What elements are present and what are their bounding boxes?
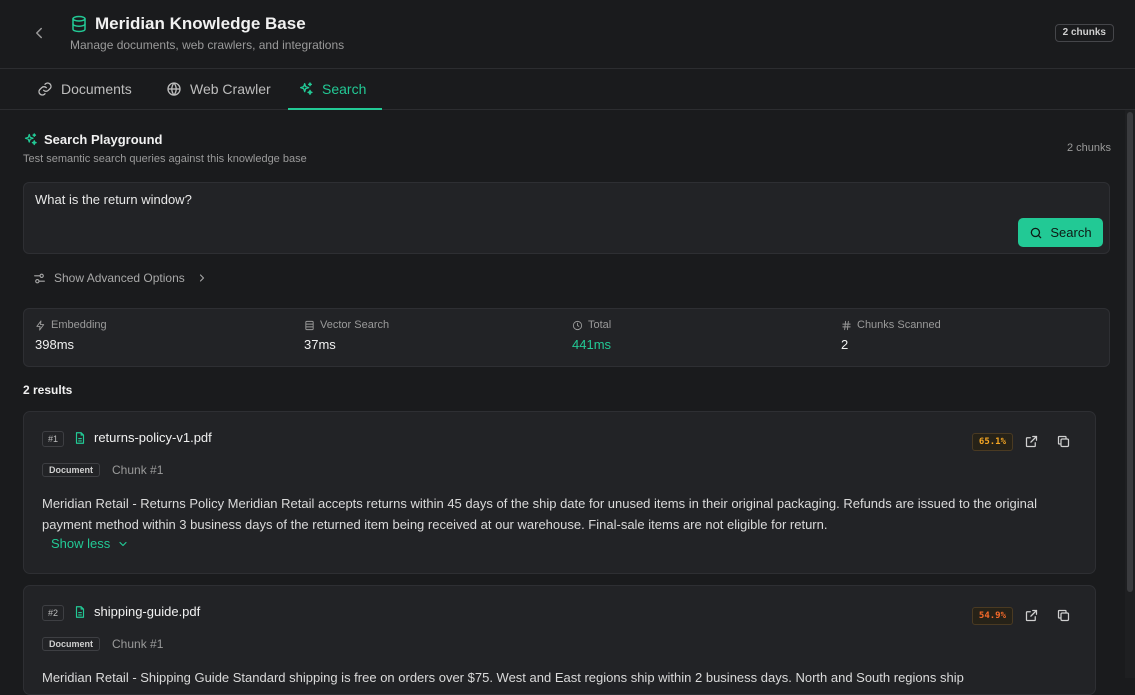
timing-metrics-panel: Embedding 398ms Vector Search 37ms Total… <box>23 308 1110 367</box>
results-count: 2 results <box>23 383 73 397</box>
source-type-tag: Document <box>42 637 101 651</box>
tab-label: Search <box>322 80 367 97</box>
playground-title: Search Playground <box>44 132 163 147</box>
chevron-right-icon <box>199 274 204 282</box>
chunk-label: Chunk #1 <box>112 637 164 651</box>
result-rank: #1 <box>42 431 65 447</box>
open-external-icon[interactable] <box>1024 608 1039 623</box>
metric-value: 398ms <box>35 337 75 352</box>
tab-documents[interactable]: Documents <box>27 69 142 109</box>
playground-chunk-count: 2 chunks <box>1066 142 1111 154</box>
tab-search[interactable]: Search <box>288 69 382 110</box>
search-button-label: Search <box>1050 225 1092 240</box>
search-query-input[interactable]: What is the return window? Search <box>23 182 1110 254</box>
result-file-name: returns-policy-v1.pdf <box>94 430 212 445</box>
search-icon <box>1031 227 1042 238</box>
chunk-label: Chunk #1 <box>112 463 164 477</box>
metric-embedding: Embedding 398ms <box>35 319 107 352</box>
link-icon <box>38 82 52 96</box>
metric-vector-search: Vector Search 37ms <box>304 319 389 352</box>
tab-label: Documents <box>61 81 132 97</box>
query-text: What is the return window? <box>35 192 192 207</box>
advanced-options-label: Show Advanced Options <box>54 271 185 285</box>
show-less-label: Show less <box>51 536 111 551</box>
back-chevron-icon[interactable] <box>30 24 48 42</box>
metric-label: Chunks Scanned <box>857 319 941 331</box>
result-file-name: shipping-guide.pdf <box>94 604 201 619</box>
globe-icon <box>167 82 181 97</box>
chevron-down-icon <box>119 541 127 546</box>
advanced-options-toggle[interactable]: Show Advanced Options <box>33 270 208 286</box>
sliders-icon <box>34 273 45 283</box>
sparkles-icon <box>300 81 313 95</box>
file-icon <box>73 605 87 620</box>
show-less-toggle[interactable]: Show less <box>51 536 129 551</box>
metric-label: Total <box>588 319 612 331</box>
similarity-score-badge: 54.9% <box>971 607 1013 625</box>
result-rank: #2 <box>42 605 65 621</box>
result-card: #1 returns-policy-v1.pdf 65.1% Document … <box>23 411 1096 574</box>
playground-subtitle: Test semantic search queries against thi… <box>23 153 307 165</box>
metric-label: Embedding <box>51 319 107 331</box>
result-card: #2 shipping-guide.pdf 54.9% Document Chu… <box>23 585 1096 695</box>
chunk-count-badge: 2 chunks <box>1054 24 1114 42</box>
file-icon <box>73 431 87 446</box>
database-icon <box>305 320 314 330</box>
metric-total: Total 441ms <box>572 319 611 352</box>
result-text: Meridian Retail - Returns Policy Meridia… <box>42 496 1038 532</box>
similarity-score-badge: 65.1% <box>971 433 1013 451</box>
hash-icon <box>842 320 851 330</box>
open-external-icon[interactable] <box>1024 434 1039 449</box>
database-icon <box>70 15 88 33</box>
page-header: Meridian Knowledge Base Manage documents… <box>0 0 1135 69</box>
metric-value: 37ms <box>304 337 336 352</box>
source-type-tag: Document <box>42 463 101 477</box>
tab-bar: Documents Web Crawler Search <box>0 69 1135 110</box>
scrollbar-thumb[interactable] <box>1127 112 1133 592</box>
tab-label: Web Crawler <box>190 81 271 97</box>
search-button[interactable]: Search <box>1018 218 1103 247</box>
zap-icon <box>36 319 45 331</box>
metric-value: 2 <box>841 337 849 352</box>
sparkles-icon <box>23 132 38 147</box>
metric-value: 441ms <box>572 337 612 352</box>
page-title: Meridian Knowledge Base <box>95 14 306 33</box>
metric-chunks-scanned: Chunks Scanned 2 <box>841 319 941 352</box>
page-subtitle: Manage documents, web crawlers, and inte… <box>70 38 345 52</box>
copy-icon[interactable] <box>1056 434 1071 449</box>
tab-web-crawler[interactable]: Web Crawler <box>156 69 281 109</box>
clock-icon <box>572 320 583 330</box>
metric-label: Vector Search <box>320 319 390 331</box>
copy-icon[interactable] <box>1056 608 1071 623</box>
